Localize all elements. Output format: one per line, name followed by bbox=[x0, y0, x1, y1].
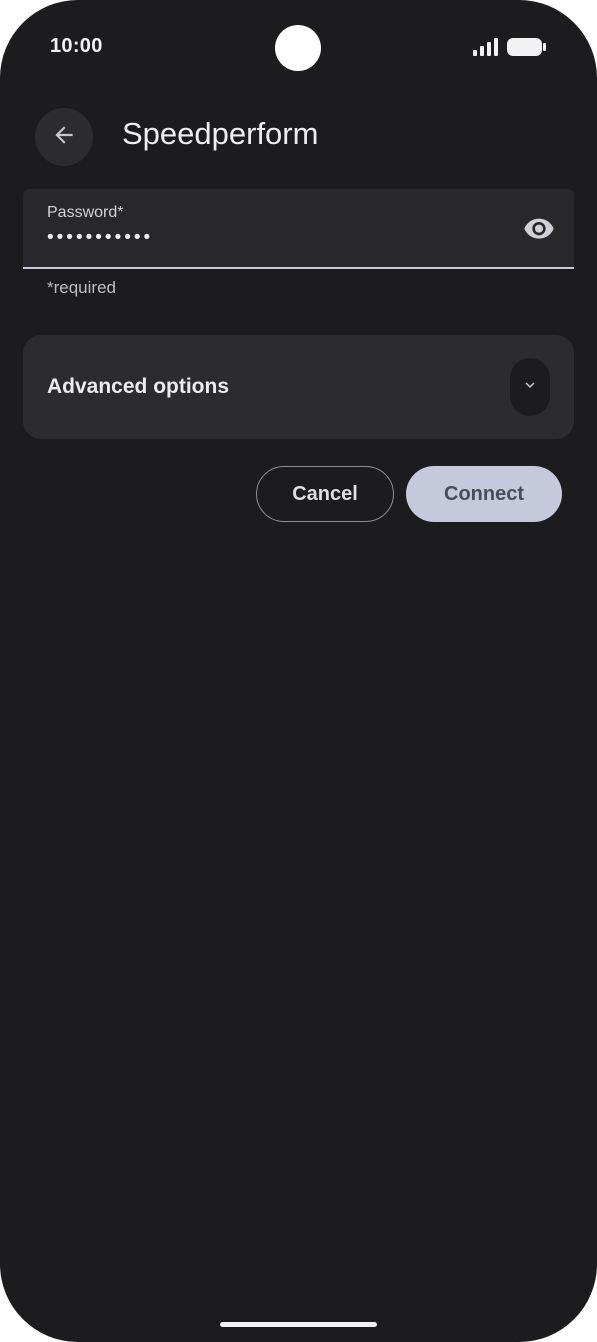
connect-button[interactable]: Connect bbox=[406, 466, 562, 522]
password-input[interactable]: ••••••••••• bbox=[47, 227, 153, 249]
cancel-button[interactable]: Cancel bbox=[256, 466, 394, 522]
password-helper-text: *required bbox=[47, 278, 116, 297]
eye-icon bbox=[523, 212, 555, 249]
chevron-down-icon bbox=[521, 376, 539, 399]
toggle-password-visibility-button[interactable] bbox=[522, 213, 556, 247]
expand-button[interactable] bbox=[510, 358, 550, 416]
page-title: Speedperform bbox=[122, 116, 319, 151]
signal-icon bbox=[473, 37, 499, 61]
advanced-options-label: Advanced options bbox=[47, 375, 230, 398]
password-field[interactable]: Password* ••••••••••• bbox=[23, 189, 574, 269]
front-camera bbox=[275, 25, 321, 71]
password-label: Password* bbox=[47, 204, 124, 221]
battery-icon bbox=[507, 37, 547, 62]
home-indicator[interactable] bbox=[220, 1322, 377, 1327]
arrow-left-icon bbox=[51, 122, 77, 153]
phone-screen: 10:00 Speedperform Password* •••••••••••… bbox=[0, 0, 597, 1342]
back-button[interactable] bbox=[35, 108, 93, 166]
status-icons bbox=[473, 37, 547, 62]
advanced-options-toggle[interactable]: Advanced options bbox=[23, 335, 574, 439]
status-time: 10:00 bbox=[50, 35, 103, 57]
